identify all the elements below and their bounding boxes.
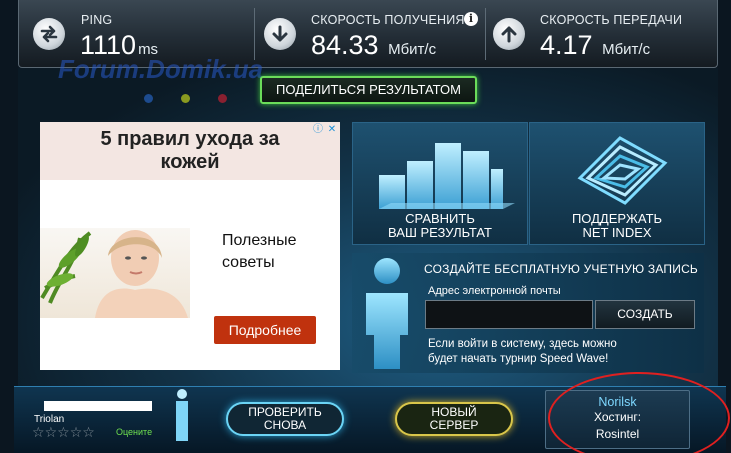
create-account-button[interactable]: СОЗДАТЬ [595, 300, 695, 329]
ad-text-line2: советы [222, 254, 275, 271]
download-unit: Мбит/с [388, 41, 437, 58]
main-panel: Forum.Domik.ua ПОДЕЛИТЬСЯ РЕЗУЛЬТАТОМ 5 … [18, 54, 718, 386]
ad-title-line1: 5 правил ухода за [100, 128, 280, 150]
download-metric: СКОРОСТЬ ПОЛУЧЕНИЯ 84.33 Мбит/с [255, 0, 485, 68]
watermark: Forum.Domik.ua [58, 54, 264, 84]
compare-line1: СРАВНИТЬ [405, 211, 475, 226]
newserver-line2: СЕРВЕР [429, 418, 479, 432]
download-arrow-icon [264, 18, 296, 50]
color-dots [144, 90, 255, 108]
compare-line2: ВАШ РЕЗУЛЬТАТ [388, 225, 492, 240]
support-line1: ПОДДЕРЖАТЬ [571, 211, 663, 226]
ad-header: 5 правил ухода за кожей ⓘ ✕ [40, 122, 340, 180]
person-pillar-icon [176, 389, 188, 441]
ad-badges: ⓘ ✕ [312, 124, 338, 136]
ad-more-button[interactable]: Подробнее [214, 316, 316, 344]
compare-results-tile[interactable]: СРАВНИТЬ ВАШ РЕЗУЛЬТАТ [352, 122, 528, 245]
star-icon[interactable]: ☆ [32, 424, 45, 440]
ad-title[interactable]: 5 правил ухода за кожей [40, 128, 340, 174]
ping-icon [33, 18, 65, 50]
upload-metric: СКОРОСТЬ ПЕРЕДАЧИ 4.17 Мбит/с [486, 0, 719, 68]
support-net-index-tile[interactable]: ПОДДЕРЖАТЬ NET INDEX [529, 122, 705, 245]
rate-label[interactable]: Оцените [116, 427, 152, 437]
rating-stars[interactable]: ☆☆☆☆☆ [32, 424, 95, 441]
star-icon[interactable]: ☆ [57, 424, 70, 440]
upload-value: 4.17 Мбит/с [540, 30, 650, 61]
olive-dot [181, 94, 190, 103]
support-tile-label: ПОДДЕРЖАТЬ NET INDEX [530, 212, 704, 240]
signup-note-line1: Если войти в систему, здесь можно [428, 338, 617, 350]
redacted-isp-name [44, 401, 152, 411]
advertisement[interactable]: 5 правил ухода за кожей ⓘ ✕ Полезные сов… [40, 122, 340, 370]
email-input[interactable] [425, 300, 593, 329]
star-icon[interactable]: ☆ [45, 424, 58, 440]
info-icon[interactable]: i [464, 12, 478, 26]
star-icon[interactable]: ☆ [82, 424, 95, 440]
new-server-button[interactable]: НОВЫЙ СЕРВЕР [395, 402, 513, 436]
compare-tile-label: СРАВНИТЬ ВАШ РЕЗУЛЬТАТ [353, 212, 527, 240]
net-index-icon [577, 136, 668, 205]
signup-note-line2: будет начать турнир Speed Wave! [428, 353, 609, 365]
red-dot [218, 94, 227, 103]
retest-line2: СНОВА [263, 418, 307, 432]
share-results-button[interactable]: ПОДЕЛИТЬСЯ РЕЗУЛЬТАТОМ [260, 76, 477, 104]
blue-dot [144, 94, 153, 103]
retest-button[interactable]: ПРОВЕРИТЬ СНОВА [226, 402, 344, 436]
download-number: 84.33 [311, 30, 379, 60]
signup-panel: СОЗДАЙТЕ БЕСПЛАТНУЮ УЧЕТНУЮ ЗАПИСЬ Адрес… [352, 253, 704, 373]
download-label: СКОРОСТЬ ПОЛУЧЕНИЯ [311, 13, 465, 27]
upload-number: 4.17 [540, 30, 593, 60]
ad-title-line2: кожей [160, 151, 220, 173]
upload-label: СКОРОСТЬ ПЕРЕДАЧИ [540, 13, 683, 27]
ad-text: Полезные советы [222, 230, 297, 274]
ad-info-icon[interactable]: ⓘ [312, 124, 324, 136]
ad-woman-photo[interactable] [40, 228, 190, 318]
email-label: Адрес электронной почты [428, 285, 561, 297]
star-icon[interactable]: ☆ [70, 424, 83, 440]
support-line2: NET INDEX [582, 225, 652, 240]
ad-text-line1: Полезные [222, 232, 297, 249]
upload-arrow-icon [493, 18, 525, 50]
person-icon [366, 258, 408, 369]
bar-graph-icon [379, 143, 515, 209]
ad-close-icon[interactable]: ✕ [326, 124, 338, 136]
signup-title: СОЗДАЙТЕ БЕСПЛАТНУЮ УЧЕТНУЮ ЗАПИСЬ [424, 262, 699, 276]
download-value: 84.33 Мбит/с [311, 30, 436, 61]
ping-label: PING [81, 13, 113, 27]
upload-unit: Мбит/с [602, 41, 651, 58]
signup-note: Если войти в систему, здесь можно будет … [428, 337, 688, 367]
